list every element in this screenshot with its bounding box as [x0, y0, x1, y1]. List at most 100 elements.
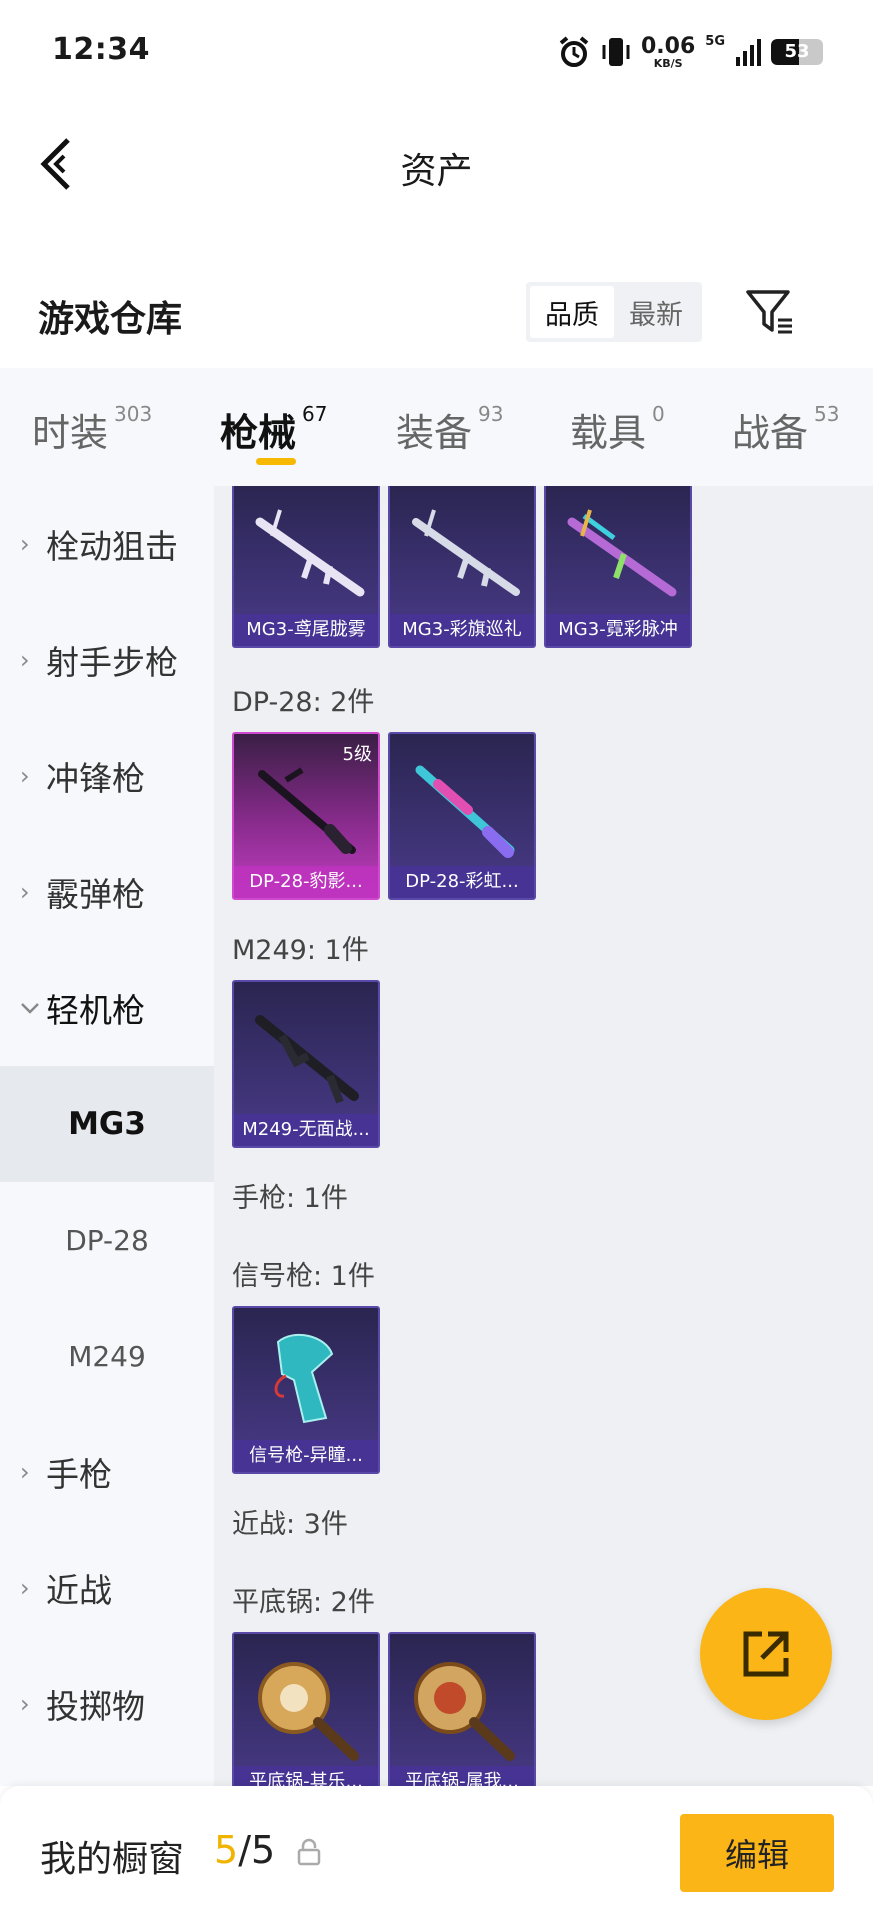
tab-firearms[interactable]: 枪械 67	[220, 402, 327, 457]
sidebar-item-marksman-rifle[interactable]: › 射手步枪	[0, 602, 214, 718]
item-name: 信号枪-异瞳...	[234, 1440, 378, 1472]
sidebar-item-label: 轻机枪	[46, 991, 145, 1030]
chevron-right-icon: ›	[20, 646, 30, 674]
frying-pan-art-icon	[258, 1662, 359, 1761]
section-title: 信号枪: 1件	[232, 1261, 375, 1292]
sidebar-item-throwable[interactable]: › 投掷物	[0, 1646, 214, 1762]
share-external-icon	[743, 1631, 789, 1677]
active-tab-indicator	[256, 458, 296, 465]
frying-pan-art-icon	[414, 1662, 515, 1761]
sidebar-item-shotgun[interactable]: › 霰弹枪	[0, 834, 214, 950]
gun-art-icon	[255, 1015, 359, 1104]
item-name: MG3-鸢尾胧雾	[234, 614, 378, 646]
item-card[interactable]: 平底锅-属我...	[388, 1632, 536, 1786]
tab-label: 战备	[732, 411, 809, 455]
item-card[interactable]: M249-无面战...	[232, 980, 380, 1148]
app-header: 资产	[0, 100, 873, 230]
item-card[interactable]: DP-28-彩虹...	[388, 732, 536, 900]
sidebar-item-label: 投掷物	[46, 1687, 145, 1726]
share-fab-button[interactable]	[700, 1588, 832, 1720]
sidebar-item-label: 近战	[46, 1571, 112, 1610]
item-name: M249-无面战...	[234, 1114, 378, 1146]
sidebar-item-label: 手枪	[46, 1455, 112, 1494]
sidebar-sub-mg3[interactable]: MG3	[0, 1066, 214, 1182]
item-card[interactable]: 信号枪-异瞳...	[232, 1306, 380, 1474]
sidebar-item-melee[interactable]: › 近战	[0, 1530, 214, 1646]
gun-art-icon	[258, 767, 356, 854]
item-name: MG3-彩旗巡礼	[390, 614, 534, 646]
tab-label: 载具	[570, 411, 647, 455]
chevron-right-icon: ›	[20, 1574, 30, 1602]
gun-art-icon	[255, 509, 365, 597]
item-card[interactable]: 平底锅-其乐...	[232, 1632, 380, 1786]
net-speed-value: 0.06	[641, 33, 696, 59]
sidebar-item-bolt-sniper[interactable]: › 栓动狙击	[0, 486, 214, 602]
item-name: DP-28-豹影...	[234, 866, 378, 898]
sort-toggle: 品质 最新	[526, 282, 702, 342]
gun-art-icon	[412, 509, 520, 596]
lock-icon	[297, 1838, 321, 1866]
showcase-label: 我的橱窗	[40, 1839, 185, 1880]
section-title: 手枪: 1件	[232, 1183, 348, 1214]
chevron-down-icon	[20, 1001, 42, 1015]
gun-art-icon	[567, 509, 677, 597]
item-card[interactable]: 5级 DP-28-豹影...	[232, 732, 380, 900]
showcase-separator: /	[238, 1828, 251, 1872]
battery-level: 53	[784, 41, 810, 62]
item-name: 平底锅-属我...	[390, 1766, 534, 1786]
item-card[interactable]: MG3-霓彩脉冲	[544, 486, 692, 648]
status-icons: 0.06 KB/S 5G 53	[557, 32, 823, 72]
tab-count: 303	[114, 402, 153, 426]
tab-equipment[interactable]: 装备 93	[396, 402, 503, 457]
status-time: 12:34	[52, 32, 150, 67]
tab-count: 53	[814, 402, 840, 426]
tab-count: 67	[302, 402, 328, 426]
category-tabs: 时装 303 枪械 67 装备 93 载具 0 战备 53	[0, 368, 873, 486]
showcase-current: 5	[214, 1828, 239, 1872]
filter-icon[interactable]	[744, 286, 796, 338]
page-title: 资产	[400, 151, 473, 192]
chevron-right-icon: ›	[20, 1458, 30, 1486]
sidebar-item-label: 霰弹枪	[46, 875, 145, 914]
sidebar-item-label: 射手步枪	[46, 643, 178, 682]
alarm-icon	[559, 36, 589, 67]
network-type: 5G	[705, 34, 725, 49]
sidebar-sub-m249[interactable]: M249	[0, 1298, 214, 1414]
net-speed-unit: KB/S	[653, 56, 683, 70]
chevron-right-icon: ›	[20, 530, 30, 558]
chevron-right-icon: ›	[20, 762, 30, 790]
sidebar-item-lmg[interactable]: 轻机枪	[0, 950, 214, 1066]
showcase-total: 5	[251, 1828, 276, 1872]
sidebar-item-pistol[interactable]: › 手枪	[0, 1414, 214, 1530]
sidebar-item-label: 栓动狙击	[46, 527, 178, 566]
sort-quality[interactable]: 品质	[530, 286, 614, 338]
weapon-type-sidebar: › 栓动狙击 › 射手步枪 › 冲锋枪 › 霰弹枪 轻机枪 MG3 DP-28 …	[0, 486, 214, 1786]
tab-battle-gear[interactable]: 战备 53	[732, 402, 839, 457]
section-title: 平底锅: 2件	[232, 1587, 375, 1618]
item-card[interactable]: MG3-鸢尾胧雾	[232, 486, 380, 648]
tab-label: 装备	[396, 411, 473, 455]
status-bar: 12:34 0.06 KB/S 5G 53	[0, 0, 873, 100]
section-title: 近战: 3件	[232, 1509, 348, 1540]
item-name: DP-28-彩虹...	[390, 866, 534, 898]
battery-icon: 53	[771, 39, 823, 65]
chevron-right-icon: ›	[20, 878, 30, 906]
item-card[interactable]: MG3-彩旗巡礼	[388, 486, 536, 648]
vibrate-icon	[602, 38, 630, 66]
section-title: M249: 1件	[232, 935, 369, 966]
net-speed: 0.06 KB/S	[641, 33, 696, 70]
tab-vehicles[interactable]: 载具 0	[570, 402, 665, 457]
chevron-right-icon: ›	[20, 1690, 30, 1718]
sidebar-item-label: 冲锋枪	[46, 759, 145, 798]
sidebar-sub-dp28[interactable]: DP-28	[0, 1182, 214, 1298]
gun-art-icon	[415, 765, 515, 858]
flare-gun-art-icon	[274, 1333, 334, 1424]
tab-fashion[interactable]: 时装 303	[32, 402, 152, 457]
sidebar-item-smg[interactable]: › 冲锋枪	[0, 718, 214, 834]
edit-button[interactable]: 编辑	[680, 1814, 834, 1892]
warehouse-title: 游戏仓库	[38, 299, 183, 340]
item-name: 平底锅-其乐...	[234, 1766, 378, 1786]
tab-count: 0	[652, 402, 665, 426]
tab-label: 时装	[32, 411, 109, 455]
sort-newest[interactable]: 最新	[614, 286, 698, 338]
